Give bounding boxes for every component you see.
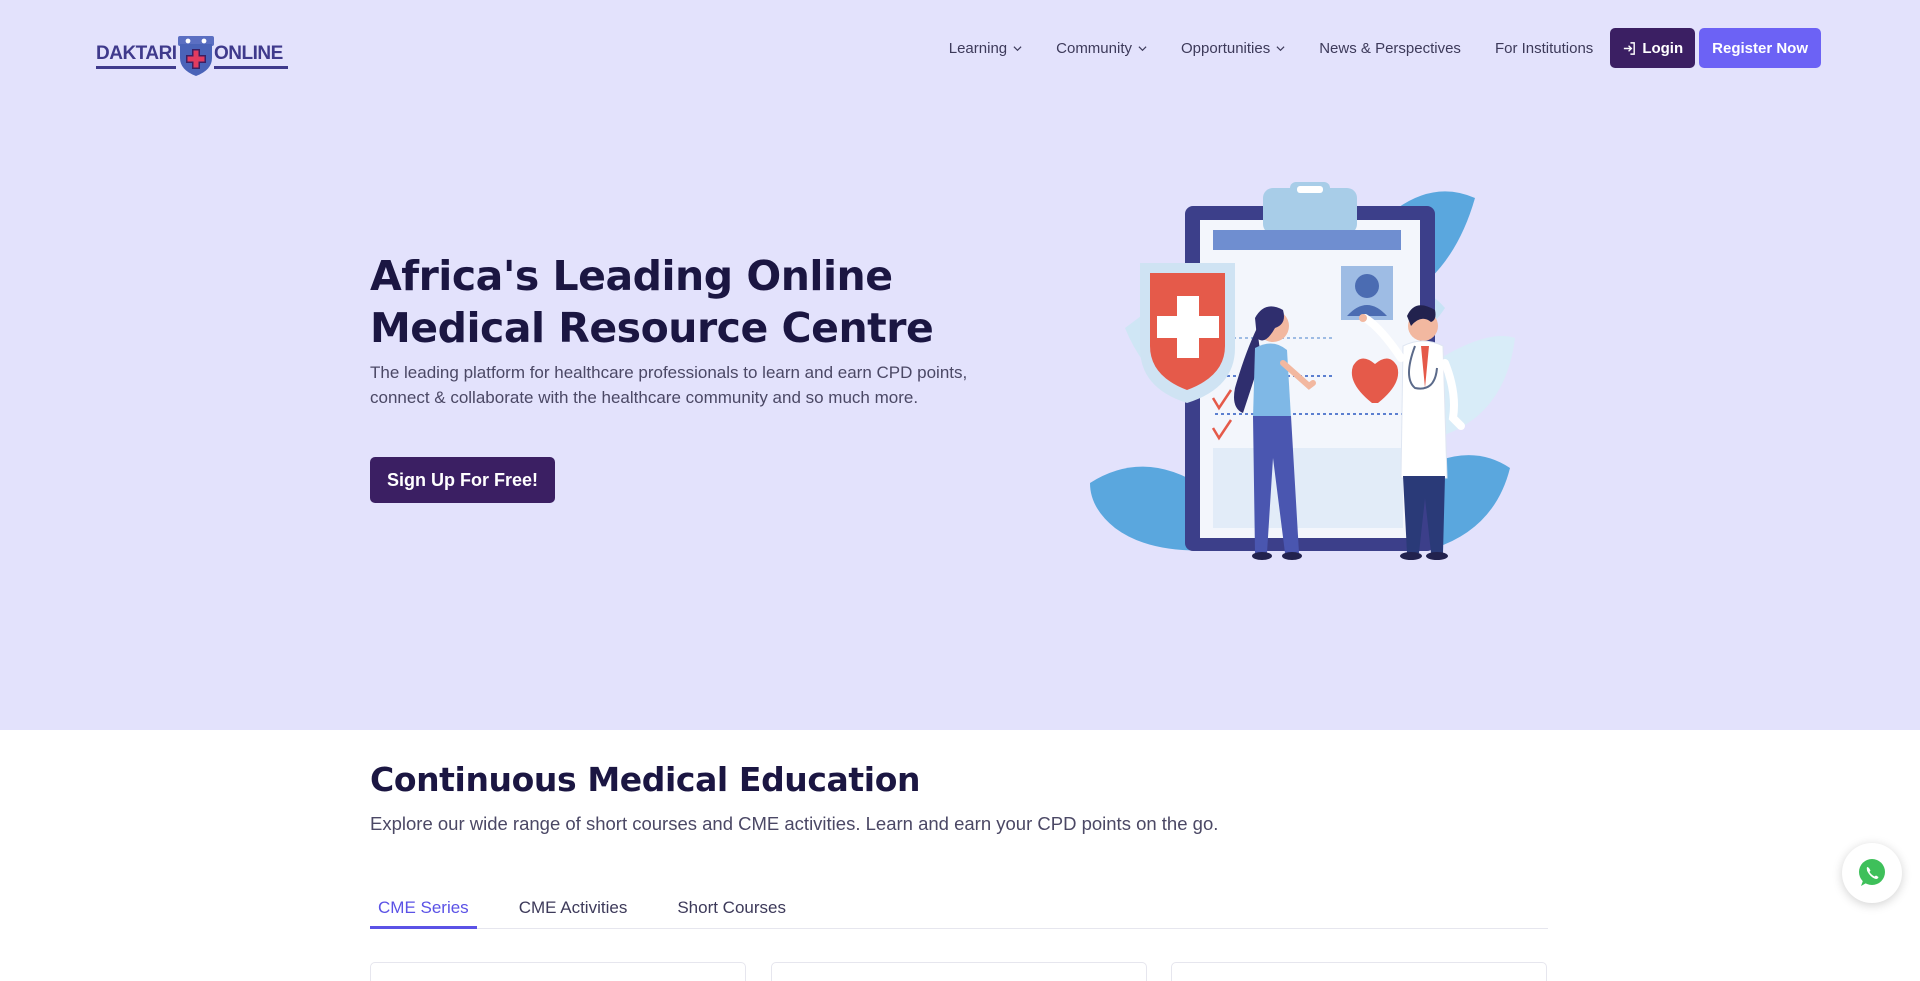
hero-subtitle: The leading platform for healthcare prof… bbox=[370, 363, 968, 407]
chevron-down-icon bbox=[1138, 45, 1147, 51]
menu-item-for-institutions[interactable]: For Institutions bbox=[1495, 40, 1593, 57]
cme-section-subtitle: Explore our wide range of short courses … bbox=[370, 813, 1219, 834]
top-navigation: DAKTARI ONLINE Learning Community Opport… bbox=[0, 0, 1920, 96]
tab-cme-activities[interactable]: CME Activities bbox=[511, 886, 636, 929]
menu-item-community[interactable]: Community bbox=[1056, 40, 1147, 57]
menu-item-news-perspectives[interactable]: News & Perspectives bbox=[1319, 40, 1461, 57]
main-menu: Learning Community Opportunities News & … bbox=[949, 28, 1821, 68]
whatsapp-chat-button[interactable] bbox=[1842, 843, 1902, 903]
menu-item-label: For Institutions bbox=[1494, 39, 1594, 57]
logo-text-left: DAKTARI bbox=[96, 43, 177, 64]
menu-item-label: Community bbox=[1056, 39, 1132, 57]
cme-tabs: CME Series CME Activities Short Courses bbox=[370, 886, 1548, 929]
menu-item-label: Learning bbox=[948, 39, 1008, 57]
logo-text-right: ONLINE bbox=[214, 43, 283, 64]
medical-clipboard-illustration bbox=[1090, 182, 1515, 560]
menu-item-label: Opportunities bbox=[1181, 39, 1271, 57]
menu-item-label: News & Perspectives bbox=[1319, 39, 1461, 57]
course-card[interactable] bbox=[370, 962, 746, 981]
login-button-label: Login bbox=[1642, 39, 1684, 57]
course-card[interactable] bbox=[771, 962, 1147, 981]
logo-underline-right bbox=[214, 66, 288, 69]
tab-short-courses[interactable]: Short Courses bbox=[669, 886, 794, 929]
hero-title: Africa's Leading Online Medical Resource… bbox=[370, 252, 934, 352]
chevron-down-icon bbox=[1276, 45, 1285, 51]
site-logo[interactable]: DAKTARI ONLINE bbox=[96, 30, 288, 78]
logo-underline-left bbox=[96, 66, 176, 69]
course-card[interactable] bbox=[1171, 962, 1547, 981]
register-button-label: Register Now bbox=[1712, 39, 1808, 57]
hero-curve-divider bbox=[0, 690, 1920, 724]
menu-item-opportunities[interactable]: Opportunities bbox=[1181, 40, 1285, 57]
whatsapp-icon bbox=[1859, 859, 1885, 886]
sign-up-free-button[interactable]: Sign Up For Free! bbox=[370, 457, 556, 503]
tab-cme-series[interactable]: CME Series bbox=[370, 886, 477, 929]
menu-item-learning[interactable]: Learning bbox=[949, 40, 1022, 57]
chevron-down-icon bbox=[1013, 45, 1022, 51]
cme-section-title: Continuous Medical Education bbox=[370, 760, 921, 799]
logo-shield-icon bbox=[178, 36, 214, 76]
login-icon bbox=[1624, 41, 1636, 55]
login-button[interactable]: Login bbox=[1610, 28, 1696, 68]
register-now-button[interactable]: Register Now bbox=[1699, 28, 1821, 68]
sign-up-button-label: Sign Up For Free! bbox=[387, 469, 539, 490]
